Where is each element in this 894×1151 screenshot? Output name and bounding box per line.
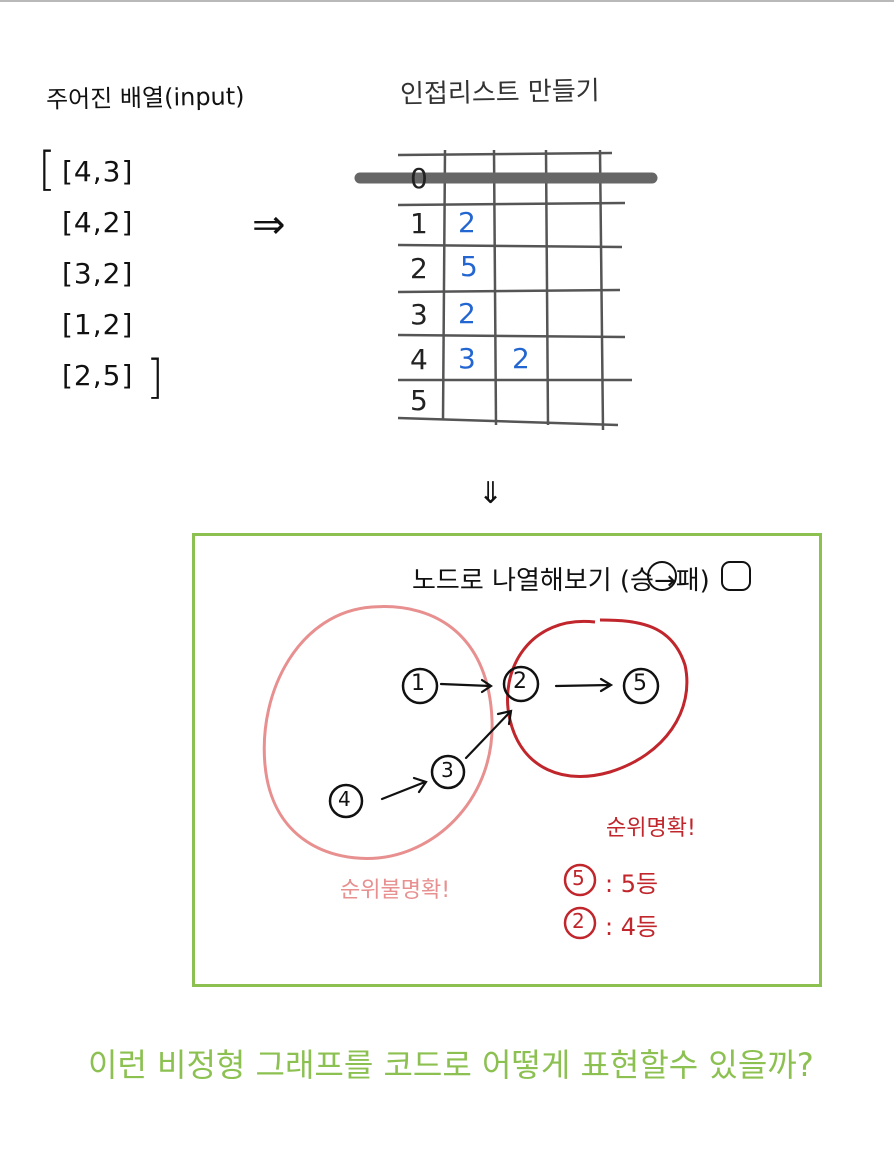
graph-box xyxy=(192,533,822,987)
determined-label: 순위명확! xyxy=(606,816,696,841)
index-3: 3 xyxy=(410,298,428,331)
index-4: 4 xyxy=(410,343,428,376)
rank-2-text: : 4등 xyxy=(605,913,659,941)
rank-5-text: : 5등 xyxy=(605,870,659,898)
question-text: 이런 비정형 그래프를 코드로 어떻게 표현할수 있을까? xyxy=(88,1046,814,1084)
rank-2-node: 2 xyxy=(572,909,585,933)
cell-3-0: 2 xyxy=(458,297,476,330)
cell-4-1: 2 xyxy=(512,342,530,375)
node-1-label: 1 xyxy=(411,671,425,696)
index-1: 1 xyxy=(410,207,428,240)
index-0: 0 xyxy=(410,162,428,195)
index-5: 5 xyxy=(410,384,428,417)
graph-title: 노드로 나열해보기 (승→패) xyxy=(412,566,710,596)
cell-2-0: 5 xyxy=(460,250,478,283)
node-2-label: 2 xyxy=(513,669,527,694)
node-3-label: 3 xyxy=(441,758,454,782)
index-2: 2 xyxy=(410,252,428,285)
undetermined-label: 순위불명확! xyxy=(340,878,451,903)
double-arrow-down-icon: ⇓ xyxy=(478,476,503,511)
cell-1-0: 2 xyxy=(458,206,476,239)
cell-4-0: 3 xyxy=(458,342,476,375)
adjacency-grid xyxy=(397,149,632,431)
node-4-label: 4 xyxy=(338,787,351,811)
node-5-label: 5 xyxy=(633,671,647,696)
rank-5-node: 5 xyxy=(572,866,585,890)
